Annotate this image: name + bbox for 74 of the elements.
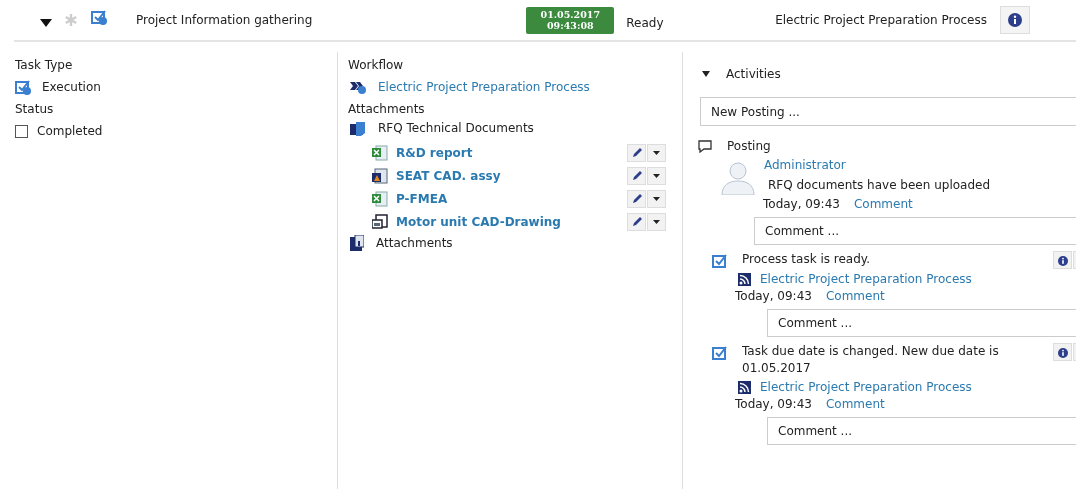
comment-field[interactable]: Comment ...: [767, 417, 1076, 445]
edit-button[interactable]: [627, 189, 646, 208]
pencil-icon: [631, 147, 642, 158]
drawing-file-icon: [372, 213, 388, 230]
caret-down-icon: [653, 150, 660, 155]
comment-field[interactable]: Comment ...: [754, 217, 1076, 245]
comment-link[interactable]: Comment: [853, 196, 913, 213]
info-button[interactable]: [1053, 343, 1072, 361]
task-icon: [712, 253, 727, 268]
task-icon: [712, 345, 727, 360]
author-link[interactable]: Administrator: [764, 155, 991, 175]
workflow-link[interactable]: Electric Project Preparation Process: [378, 80, 590, 94]
timestamp: Today, 09:43: [763, 196, 840, 213]
pencil-icon: [631, 193, 642, 204]
attachments-label: Attachments: [376, 236, 453, 250]
workflow-icon: [350, 80, 366, 94]
field-label: Status: [15, 101, 55, 118]
info-button[interactable]: [1053, 251, 1072, 269]
dropdown-button[interactable]: [647, 143, 666, 162]
cad-file-icon: [372, 167, 388, 184]
process-name: Electric Project Preparation Process: [775, 13, 987, 27]
process-link[interactable]: Electric Project Preparation Process: [760, 379, 972, 396]
info-button[interactable]: [1000, 6, 1030, 34]
timestamp: Today, 09:43: [735, 288, 812, 305]
caret-down-icon: [653, 196, 660, 201]
spreadsheet-icon: [372, 144, 388, 161]
file-link[interactable]: R&D report: [396, 145, 473, 160]
caret-down-icon: [653, 219, 660, 224]
timestamp: Today, 09:43: [735, 396, 812, 413]
comment-link[interactable]: Comment: [825, 396, 885, 413]
asterisk-icon: [65, 14, 77, 26]
edit-button[interactable]: [627, 143, 646, 162]
checkbox-label: Completed: [37, 124, 103, 138]
dropdown-button[interactable]: [647, 166, 666, 185]
section-label: Workflow: [348, 57, 405, 74]
dropdown-button[interactable]: [647, 212, 666, 231]
comment-field[interactable]: Comment ...: [767, 309, 1076, 337]
activity-text: Task due date is changed. New due date is 01.05.2017: [742, 343, 1000, 377]
status-text: Ready: [626, 16, 664, 30]
edit-button[interactable]: [627, 212, 646, 231]
spreadsheet-icon: [372, 190, 388, 207]
section-label: Attachments: [348, 101, 426, 118]
info-icon: [1008, 13, 1022, 27]
caret-down-icon: [653, 173, 660, 178]
task-icon: [91, 8, 108, 26]
file-link[interactable]: Motor unit CAD-Drawing: [396, 214, 561, 229]
info-icon: [1057, 256, 1068, 266]
feed-icon: [738, 381, 751, 394]
pencil-icon: [631, 216, 642, 227]
file-link[interactable]: SEAT CAD. assy: [396, 168, 501, 183]
feed-icon: [738, 273, 751, 286]
folder-icon: [350, 120, 366, 136]
activity-text: Process task is ready.: [742, 251, 871, 268]
folder-name: RFQ Technical Documents: [378, 121, 534, 135]
attachment-folder-icon: [350, 235, 364, 251]
dropdown-button[interactable]: [647, 189, 666, 208]
avatar-icon: [720, 159, 756, 195]
speech-bubble-icon: [698, 140, 712, 153]
date-badge: 01.05.2017 09:43:08: [526, 6, 615, 34]
pencil-icon: [631, 170, 642, 181]
section-title: Activities: [726, 67, 781, 81]
process-link[interactable]: Electric Project Preparation Process: [760, 271, 972, 288]
file-link[interactable]: P-FMEA: [396, 191, 448, 206]
field-label: Task Type: [15, 57, 74, 74]
info-icon: [1057, 348, 1068, 358]
posting-message: RFQ documents have been uploaded: [767, 177, 991, 194]
activity-text: Posting: [727, 138, 771, 155]
edit-button[interactable]: [627, 166, 646, 185]
checkbox[interactable]: [15, 124, 28, 138]
field-value: Execution: [42, 80, 101, 94]
task-icon: [15, 78, 32, 96]
new-posting-field[interactable]: New Posting ...: [700, 97, 1076, 126]
comment-link[interactable]: Comment: [825, 288, 885, 305]
task-title: Project Information gathering: [136, 13, 313, 27]
